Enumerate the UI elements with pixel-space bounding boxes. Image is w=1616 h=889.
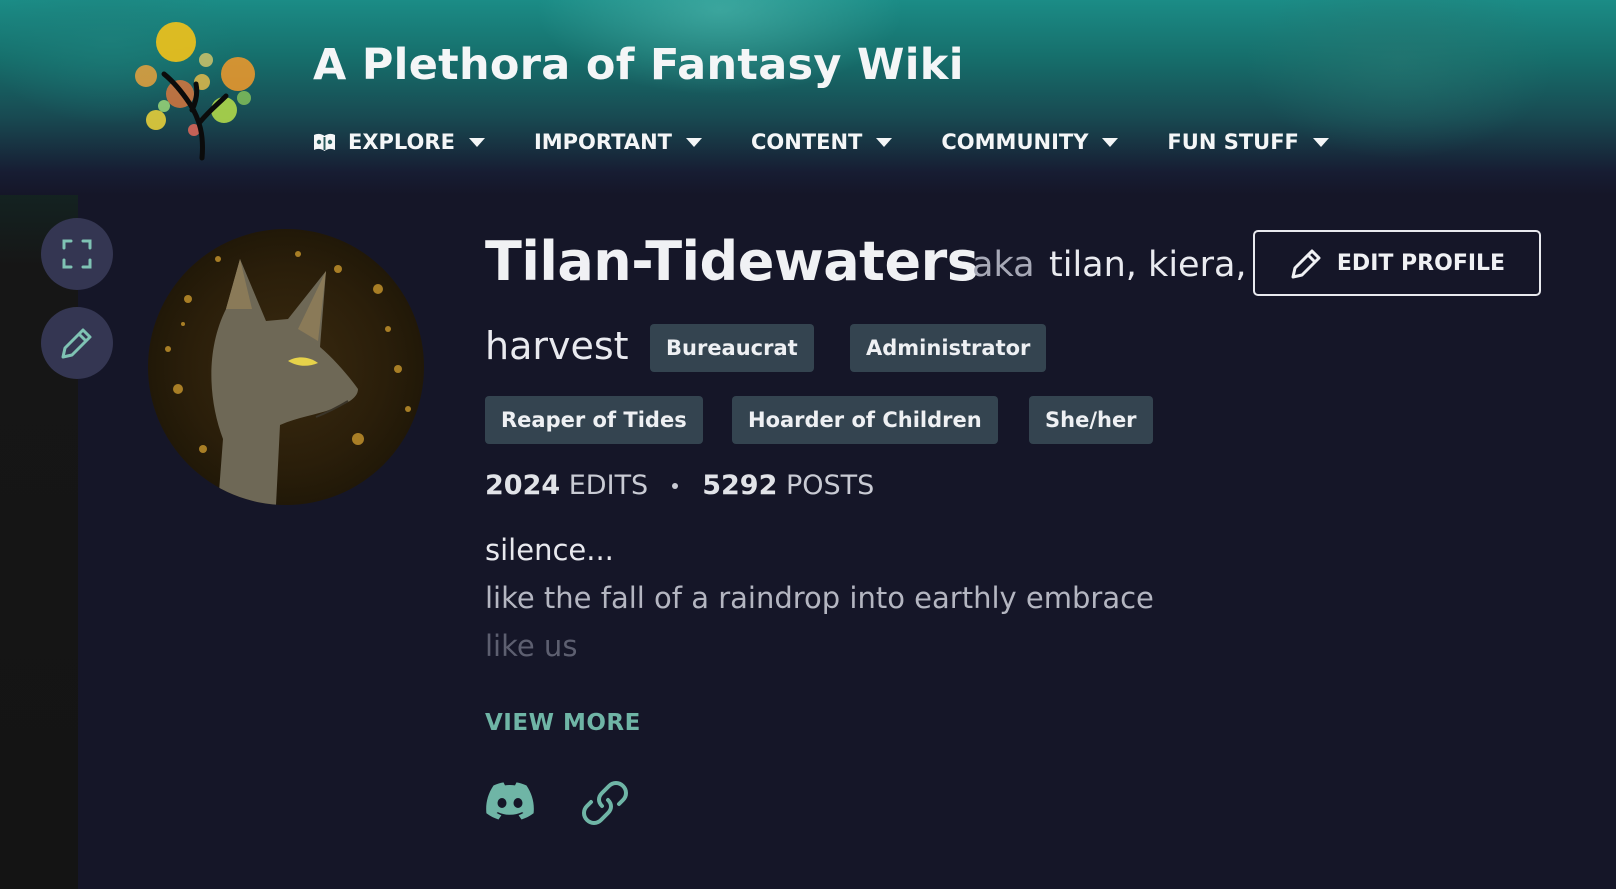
book-icon (312, 132, 337, 152)
nav-explore[interactable]: EXPLORE (312, 130, 485, 154)
posts-count: 5292 (702, 470, 778, 501)
edit-button[interactable] (41, 307, 113, 379)
chevron-down-icon (685, 137, 702, 147)
bio-line: like the fall of a raindrop into earthly… (485, 581, 1154, 615)
link-icon[interactable] (582, 780, 628, 826)
nav-content[interactable]: CONTENT (750, 130, 893, 154)
nav-important-label: IMPORTANT (533, 130, 672, 154)
posts-label: POSTS (785, 470, 875, 501)
wiki-title[interactable]: A Plethora of Fantasy Wiki (313, 40, 964, 90)
edits-label: EDITS (568, 470, 649, 501)
expand-button[interactable] (41, 218, 113, 290)
bio-line: silence... (485, 533, 614, 567)
chevron-down-icon (1312, 137, 1329, 147)
tag-administrator[interactable]: Administrator (850, 324, 1047, 372)
user-stats: 2024 EDITS 5292 POSTS (485, 470, 874, 501)
tag-bureaucrat[interactable]: Bureaucrat (650, 324, 814, 372)
edit-profile-button[interactable]: EDIT PROFILE (1253, 230, 1541, 296)
separator-dot (672, 482, 679, 489)
tag-pronouns[interactable]: She/her (1029, 396, 1153, 444)
avatar (148, 229, 424, 505)
nav-content-label: CONTENT (750, 130, 863, 154)
view-more-link[interactable]: VIEW MORE (485, 710, 641, 736)
wiki-logo[interactable] (134, 18, 264, 168)
pencil-icon (1291, 249, 1321, 279)
nav-community-label: COMMUNITY (941, 130, 1089, 154)
chevron-down-icon (1102, 137, 1119, 147)
nav-explore-label: EXPLORE (348, 130, 455, 154)
main-nav: EXPLORE IMPORTANT CONTENT COMMUNITY FUN … (312, 126, 1378, 158)
expand-icon (62, 239, 92, 269)
bio-line: like us (485, 629, 578, 663)
edits-count: 2024 (485, 470, 561, 501)
chevron-down-icon (876, 137, 893, 147)
aka-names-continued: harvest (485, 324, 629, 368)
tag-reaper-of-tides[interactable]: Reaper of Tides (485, 396, 703, 444)
aka-label: aka (972, 245, 1035, 285)
pencil-icon (61, 328, 92, 359)
nav-important[interactable]: IMPORTANT (534, 130, 702, 154)
edit-profile-label: EDIT PROFILE (1336, 250, 1506, 276)
aka-names: tilan, kiera, (1049, 245, 1247, 285)
username: Tilan-Tidewaters (485, 230, 979, 293)
nav-fun-stuff-label: FUN STUFF (1167, 130, 1299, 154)
wiki-header: A Plethora of Fantasy Wiki EXPLORE IMPOR… (0, 0, 1616, 195)
chevron-down-icon (468, 137, 485, 147)
tag-hoarder-of-children[interactable]: Hoarder of Children (732, 396, 998, 444)
nav-community[interactable]: COMMUNITY (941, 130, 1119, 154)
discord-icon[interactable] (485, 781, 535, 821)
nav-fun-stuff[interactable]: FUN STUFF (1167, 130, 1329, 154)
